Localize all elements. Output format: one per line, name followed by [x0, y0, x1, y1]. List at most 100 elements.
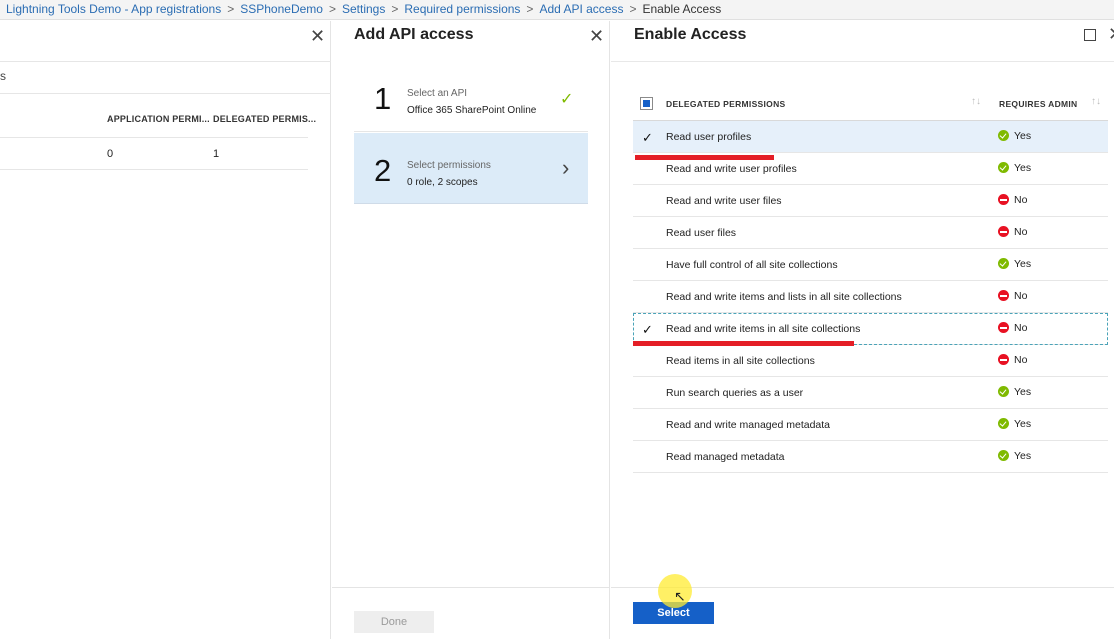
- requires-admin-status: No: [998, 290, 1027, 302]
- blocked-circle-icon: [998, 194, 1009, 205]
- divider: [611, 587, 1114, 588]
- close-icon[interactable]: ✕: [310, 26, 325, 47]
- step-number: 2: [374, 153, 392, 188]
- required-permissions-blade: ✕ s APPLICATION PERMI... DELEGATED PERMI…: [0, 21, 331, 639]
- breadcrumb-add-api-access[interactable]: Add API access: [539, 2, 623, 16]
- column-header-application-permissions[interactable]: APPLICATION PERMI...: [107, 114, 210, 124]
- permissions-list: ✓ Read user profiles Yes Read and write use…: [633, 121, 1108, 473]
- step-select-api[interactable]: 1 Select an API Office 365 SharePoint On…: [354, 61, 588, 132]
- status-text: No: [1014, 226, 1028, 238]
- sort-icon[interactable]: ↑↓: [971, 96, 981, 107]
- breadcrumb-separator: >: [227, 2, 235, 16]
- breadcrumb: Lightning Tools Demo - App registrations…: [0, 0, 1114, 20]
- breadcrumb-app-registrations[interactable]: Lightning Tools Demo - App registrations: [6, 2, 221, 16]
- permission-row[interactable]: Read and write managed metadata Yes: [633, 409, 1108, 441]
- done-button[interactable]: Done: [354, 611, 434, 633]
- permission-label: Read and write user profiles: [666, 163, 797, 175]
- requires-admin-status: Yes: [998, 162, 1031, 174]
- column-header-requires-admin[interactable]: REQUIRES ADMIN: [999, 99, 1078, 109]
- breadcrumb-separator: >: [526, 2, 534, 16]
- column-header-delegated-permissions[interactable]: DELEGATED PERMIS...: [213, 114, 316, 124]
- blocked-circle-icon: [998, 226, 1009, 237]
- requires-admin-status: Yes: [998, 386, 1031, 398]
- check-circle-icon: [998, 130, 1009, 141]
- requires-admin-status: No: [998, 354, 1027, 366]
- permission-label: Read and write user files: [666, 195, 782, 207]
- check-circle-icon: [998, 418, 1009, 429]
- breadcrumb-current: Enable Access: [642, 2, 722, 16]
- divider: [332, 587, 609, 588]
- delegated-permission-count: 1: [213, 148, 220, 160]
- permission-label: Read managed metadata: [666, 451, 785, 463]
- step-value: 0 role, 2 scopes: [407, 177, 478, 188]
- permission-row[interactable]: Read and write items and lists in all si…: [633, 281, 1108, 313]
- select-button[interactable]: Select: [633, 602, 714, 624]
- breadcrumb-required-permissions[interactable]: Required permissions: [404, 2, 520, 16]
- requires-admin-status: No: [998, 194, 1027, 206]
- step-label: Select permissions: [407, 160, 491, 171]
- blocked-circle-icon: [998, 322, 1009, 333]
- permission-label: Read user files: [666, 227, 737, 239]
- red-underline-annotation: [633, 341, 854, 346]
- breadcrumb-settings[interactable]: Settings: [342, 2, 385, 16]
- enable-access-blade: Enable Access ✕ DELEGATED PERMISSIONS ↑↓…: [611, 21, 1114, 639]
- permission-label: Read and write managed metadata: [666, 419, 831, 431]
- step-number: 1: [374, 81, 392, 116]
- close-icon[interactable]: ✕: [1108, 24, 1114, 45]
- step-value: Office 365 SharePoint Online: [407, 105, 537, 116]
- checkmark-icon[interactable]: ✓: [642, 322, 653, 338]
- permission-label: Read and write items in all site collect…: [666, 323, 861, 335]
- select-all-checkbox[interactable]: [640, 97, 653, 110]
- divider: [0, 137, 308, 138]
- requires-admin-status: Yes: [998, 130, 1031, 142]
- blocked-circle-icon: [998, 290, 1009, 301]
- column-header-delegated-permissions[interactable]: DELEGATED PERMISSIONS: [666, 99, 786, 109]
- status-text: Yes: [1014, 386, 1032, 398]
- permission-label: Run search queries as a user: [666, 387, 804, 399]
- breadcrumb-separator: >: [391, 2, 399, 16]
- status-text: Yes: [1014, 418, 1032, 430]
- divider: [0, 61, 331, 62]
- check-circle-icon: [998, 162, 1009, 173]
- blade-title: Enable Access: [634, 26, 747, 43]
- status-text: Yes: [1014, 258, 1032, 270]
- status-text: No: [1014, 194, 1028, 206]
- status-text: No: [1014, 322, 1028, 334]
- breadcrumb-separator: >: [629, 2, 637, 16]
- status-text: Yes: [1014, 450, 1032, 462]
- chevron-right-icon: ›: [562, 155, 570, 180]
- status-text: No: [1014, 354, 1028, 366]
- permission-row[interactable]: Read items in all site collections No: [633, 345, 1108, 377]
- permission-row[interactable]: Have full control of all site collection…: [633, 249, 1108, 281]
- permission-label: Read items in all site collections: [666, 355, 815, 367]
- permission-row[interactable]: Read managed metadata Yes: [633, 441, 1108, 473]
- add-api-access-blade: Add API access ✕ 1 Select an API Office …: [332, 21, 610, 639]
- blade-title: Add API access: [354, 26, 474, 43]
- requires-admin-status: No: [998, 226, 1027, 238]
- divider: [611, 61, 1114, 62]
- breadcrumb-separator: >: [328, 2, 336, 16]
- permission-row[interactable]: Read and write user files No: [633, 185, 1108, 217]
- permission-row[interactable]: ✓ Read user profiles Yes: [633, 121, 1108, 153]
- breadcrumb-ssphonedemo[interactable]: SSPhoneDemo: [240, 2, 323, 16]
- blocked-circle-icon: [998, 354, 1009, 365]
- checkmark-icon: ✓: [560, 91, 574, 108]
- close-icon[interactable]: ✕: [589, 26, 604, 47]
- check-circle-icon: [998, 450, 1009, 461]
- permission-row[interactable]: Run search queries as a user Yes: [633, 377, 1108, 409]
- sort-icon[interactable]: ↑↓: [1091, 96, 1101, 107]
- permission-label: Read user profiles: [666, 131, 752, 143]
- checkmark-icon[interactable]: ✓: [642, 130, 653, 146]
- status-text: Yes: [1014, 130, 1032, 142]
- step-label: Select an API: [407, 88, 468, 99]
- requires-admin-status: Yes: [998, 450, 1031, 462]
- status-text: No: [1014, 290, 1028, 302]
- step-select-permissions[interactable]: 2 Select permissions 0 role, 2 scopes ›: [354, 133, 588, 204]
- permission-row[interactable]: Read user files No: [633, 217, 1108, 249]
- check-circle-icon: [998, 386, 1009, 397]
- divider: [0, 169, 308, 170]
- check-circle-icon: [998, 258, 1009, 269]
- maximize-icon[interactable]: [1084, 29, 1096, 41]
- permissions-table-header: DELEGATED PERMISSIONS ↑↓ REQUIRES ADMIN …: [633, 88, 1108, 121]
- application-permission-count: 0: [107, 148, 114, 160]
